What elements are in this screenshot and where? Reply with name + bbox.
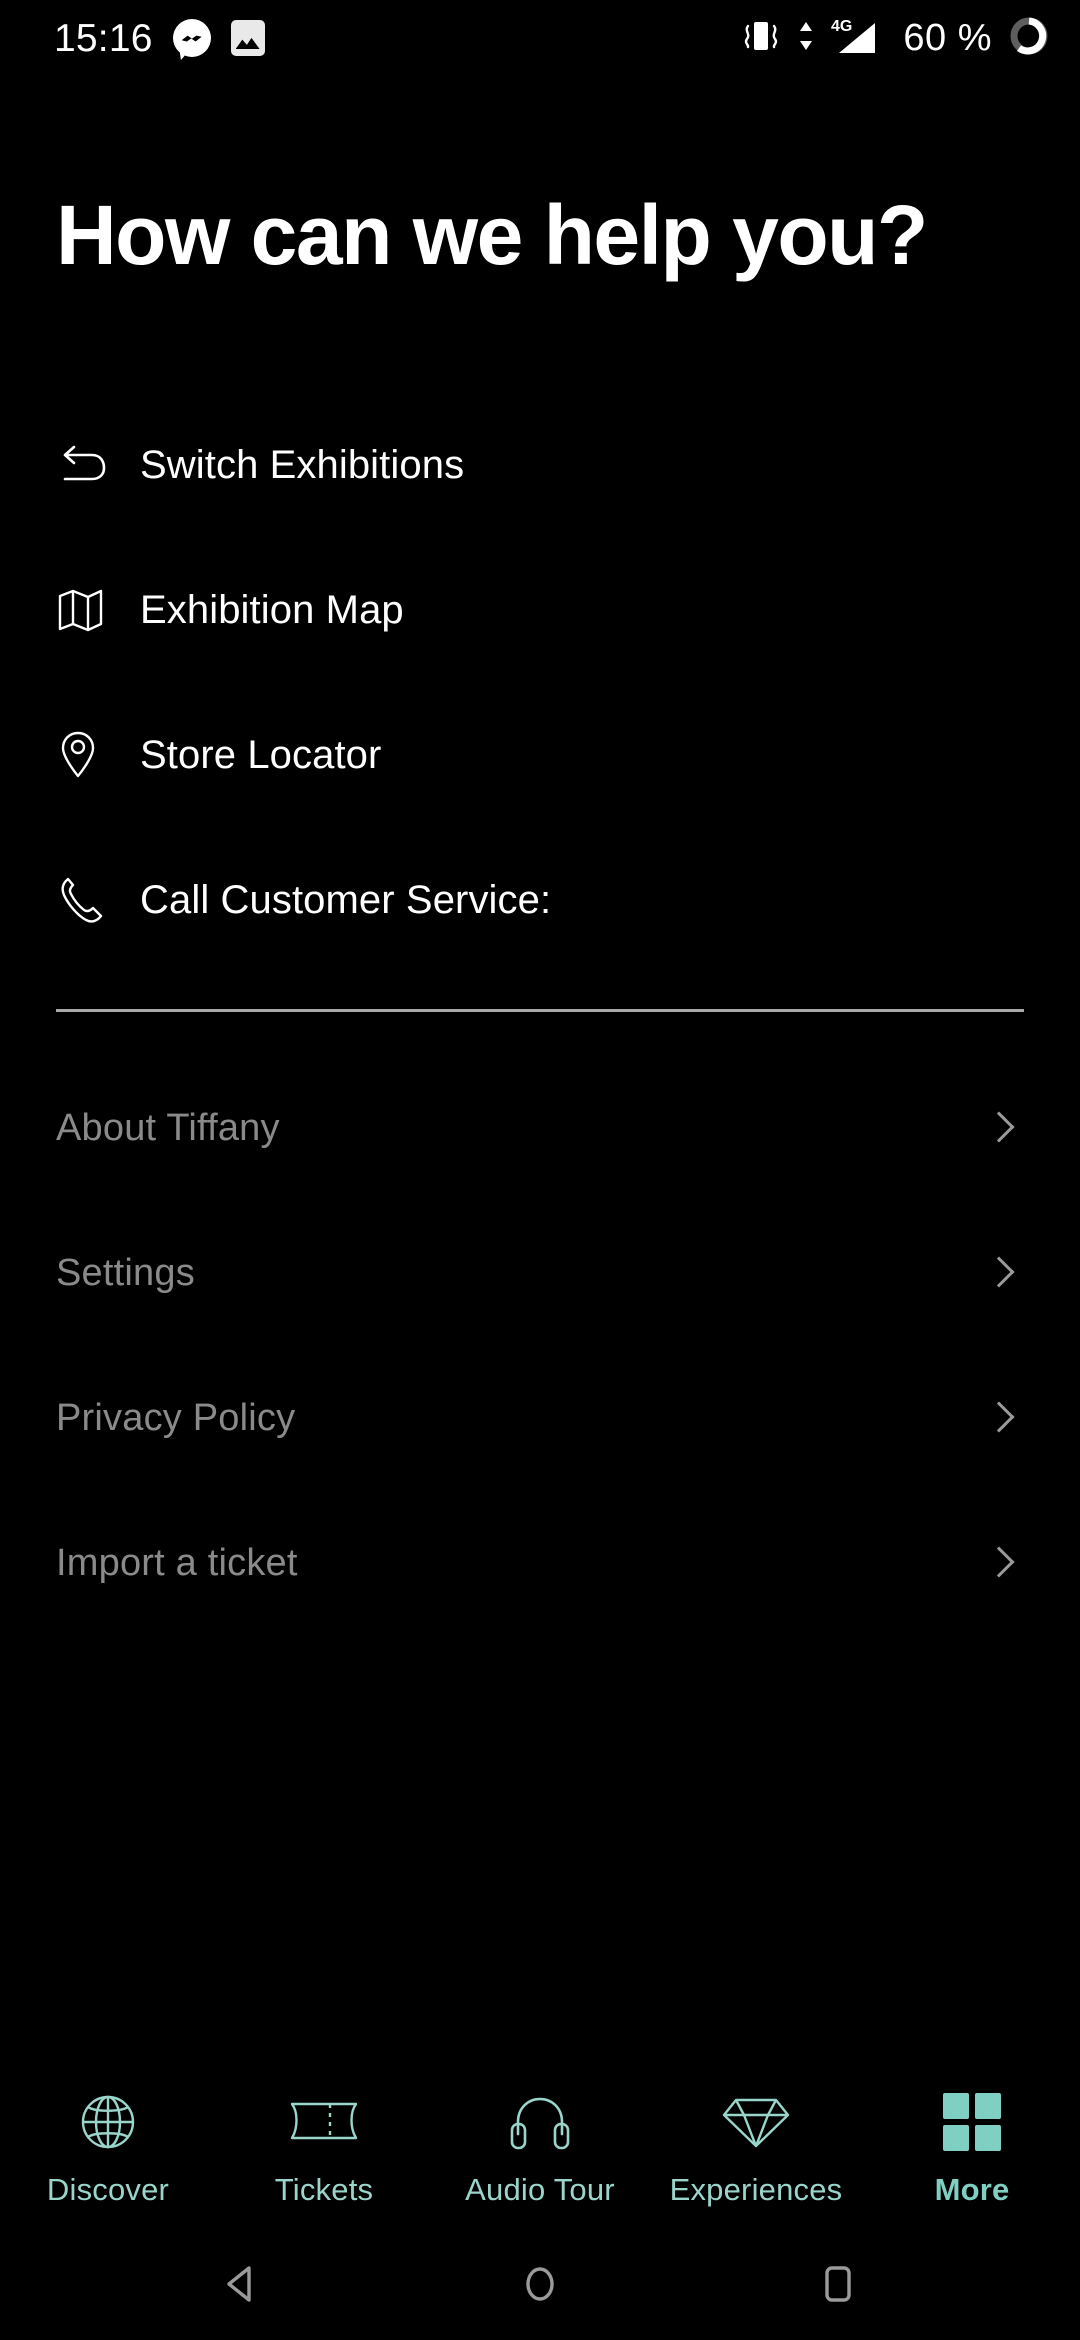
tab-more[interactable]: More	[864, 2086, 1080, 2205]
svg-text:4G: 4G	[831, 18, 852, 35]
menu-item-label: Store Locator	[140, 733, 382, 778]
secondary-item-about-tiffany[interactable]: About Tiffany	[56, 1056, 1024, 1201]
app-screen: 15:16 4G 60 % How can we help you? Switc…	[0, 0, 1080, 2340]
diamond-icon	[720, 2086, 792, 2158]
tab-tickets[interactable]: Tickets	[216, 2086, 432, 2205]
battery-percent-label: 60 %	[903, 17, 992, 59]
grid-squares-icon	[941, 2086, 1003, 2158]
secondary-item-import-a-ticket[interactable]: Import a ticket	[56, 1491, 1024, 1636]
tab-label: More	[934, 2172, 1010, 2207]
android-nav-bar	[0, 2228, 1080, 2340]
section-divider	[56, 1008, 1024, 1012]
secondary-item-label: Import a ticket	[56, 1542, 298, 1585]
4g-signal-icon: 4G	[829, 15, 889, 62]
phone-icon	[56, 872, 118, 928]
menu-item-label: Exhibition Map	[140, 588, 404, 633]
chevron-right-icon	[986, 1398, 1010, 1438]
header-section: How can we help you?	[0, 76, 1080, 283]
battery-circle-icon	[1006, 13, 1052, 64]
tab-label: Discover	[46, 2172, 170, 2207]
folded-map-icon	[56, 582, 118, 638]
tab-label: Experiences	[669, 2172, 843, 2207]
tab-discover[interactable]: Discover	[0, 2086, 216, 2205]
bottom-tab-bar: Discover Tickets Audio Tour Experiences …	[0, 2068, 1080, 2228]
primary-menu: Switch Exhibitions Exhibition Map Store …	[0, 393, 1080, 973]
vibrate-icon	[739, 16, 783, 61]
messenger-icon	[172, 19, 211, 57]
menu-item-call-customer-service[interactable]: Call Customer Service:	[56, 828, 1024, 973]
chevron-right-icon	[986, 1543, 1010, 1583]
tab-experiences[interactable]: Experiences	[648, 2086, 864, 2205]
ticket-icon	[286, 2086, 362, 2158]
tab-audio-tour[interactable]: Audio Tour	[432, 2086, 648, 2205]
secondary-item-label: Privacy Policy	[56, 1397, 296, 1440]
menu-item-store-locator[interactable]: Store Locator	[56, 683, 1024, 828]
status-bar: 15:16 4G 60 %	[0, 0, 1080, 76]
menu-item-exhibition-map[interactable]: Exhibition Map	[56, 538, 1024, 683]
status-clock: 15:16	[54, 16, 153, 60]
chevron-right-icon	[986, 1108, 1010, 1148]
photo-icon	[230, 20, 265, 56]
status-bar-left: 15:16	[54, 19, 265, 58]
headphones-icon	[508, 2086, 572, 2158]
return-arrow-icon	[56, 437, 118, 493]
chevron-right-icon	[986, 1253, 1010, 1293]
globe-icon	[75, 2086, 141, 2158]
home-button[interactable]	[509, 2253, 571, 2315]
data-transfer-icon	[797, 16, 815, 61]
secondary-item-privacy-policy[interactable]: Privacy Policy	[56, 1346, 1024, 1491]
secondary-item-settings[interactable]: Settings	[56, 1201, 1024, 1346]
menu-item-label: Call Customer Service:	[140, 878, 552, 923]
map-pin-icon	[56, 727, 118, 783]
recents-button[interactable]	[807, 2253, 869, 2315]
back-button[interactable]	[211, 2253, 273, 2315]
status-bar-right: 4G 60 %	[739, 13, 1052, 64]
page-title: How can we help you?	[56, 188, 928, 282]
tab-label: Audio Tour	[465, 2172, 615, 2207]
secondary-item-label: Settings	[56, 1252, 195, 1295]
tab-label: Tickets	[274, 2172, 374, 2207]
menu-item-label: Switch Exhibitions	[140, 443, 465, 488]
menu-item-switch-exhibitions[interactable]: Switch Exhibitions	[56, 393, 1024, 538]
secondary-menu: About Tiffany Settings Privacy Policy Im…	[0, 1056, 1080, 1636]
secondary-item-label: About Tiffany	[56, 1107, 280, 1150]
